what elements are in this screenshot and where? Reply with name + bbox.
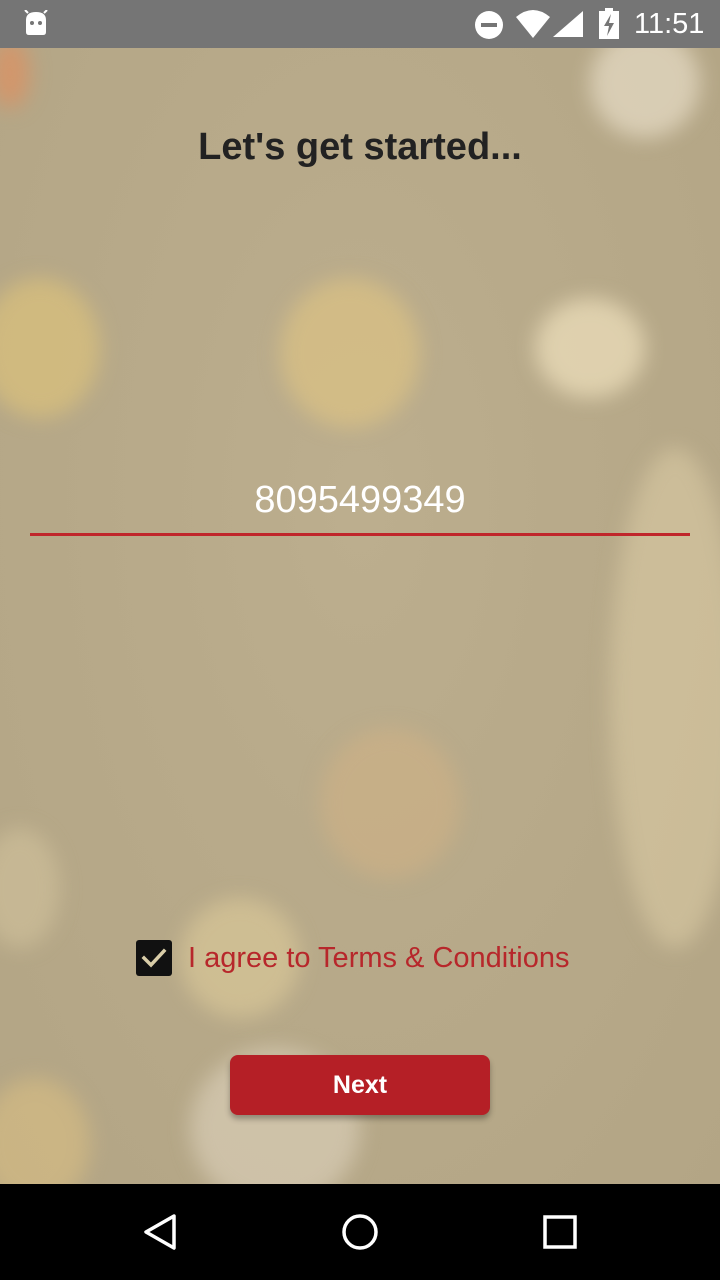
terms-row: I agree to Terms & Conditions — [136, 936, 570, 980]
terms-checkbox[interactable] — [136, 940, 172, 976]
page-title: Let's get started... — [198, 126, 522, 168]
dnd-icon — [475, 11, 503, 39]
terms-link[interactable]: I agree to Terms & Conditions — [188, 942, 570, 975]
back-icon[interactable] — [140, 1212, 180, 1252]
home-icon[interactable] — [340, 1212, 380, 1252]
bokeh-light — [0, 48, 30, 108]
phone-number-input[interactable] — [30, 468, 690, 533]
status-bar: 11:51 — [0, 0, 720, 48]
bokeh-light — [0, 1078, 90, 1184]
signal-icon — [553, 11, 583, 37]
check-icon — [141, 948, 167, 968]
status-clock: 11:51 — [634, 8, 705, 40]
navigation-bar — [0, 1184, 720, 1280]
bokeh-light — [535, 298, 645, 398]
battery-charging-icon — [599, 8, 619, 39]
android-icon — [24, 10, 48, 35]
wifi-icon — [516, 10, 550, 38]
main-screen: Let's get started... I agree to Terms & … — [0, 48, 720, 1184]
phone-number-field[interactable] — [30, 468, 690, 536]
bokeh-light — [0, 828, 60, 948]
bokeh-light — [320, 728, 460, 878]
next-button[interactable]: Next — [230, 1055, 490, 1115]
bokeh-light — [0, 278, 100, 418]
bokeh-light — [280, 278, 420, 428]
bokeh-light — [590, 48, 700, 138]
recents-icon[interactable] — [540, 1212, 580, 1252]
